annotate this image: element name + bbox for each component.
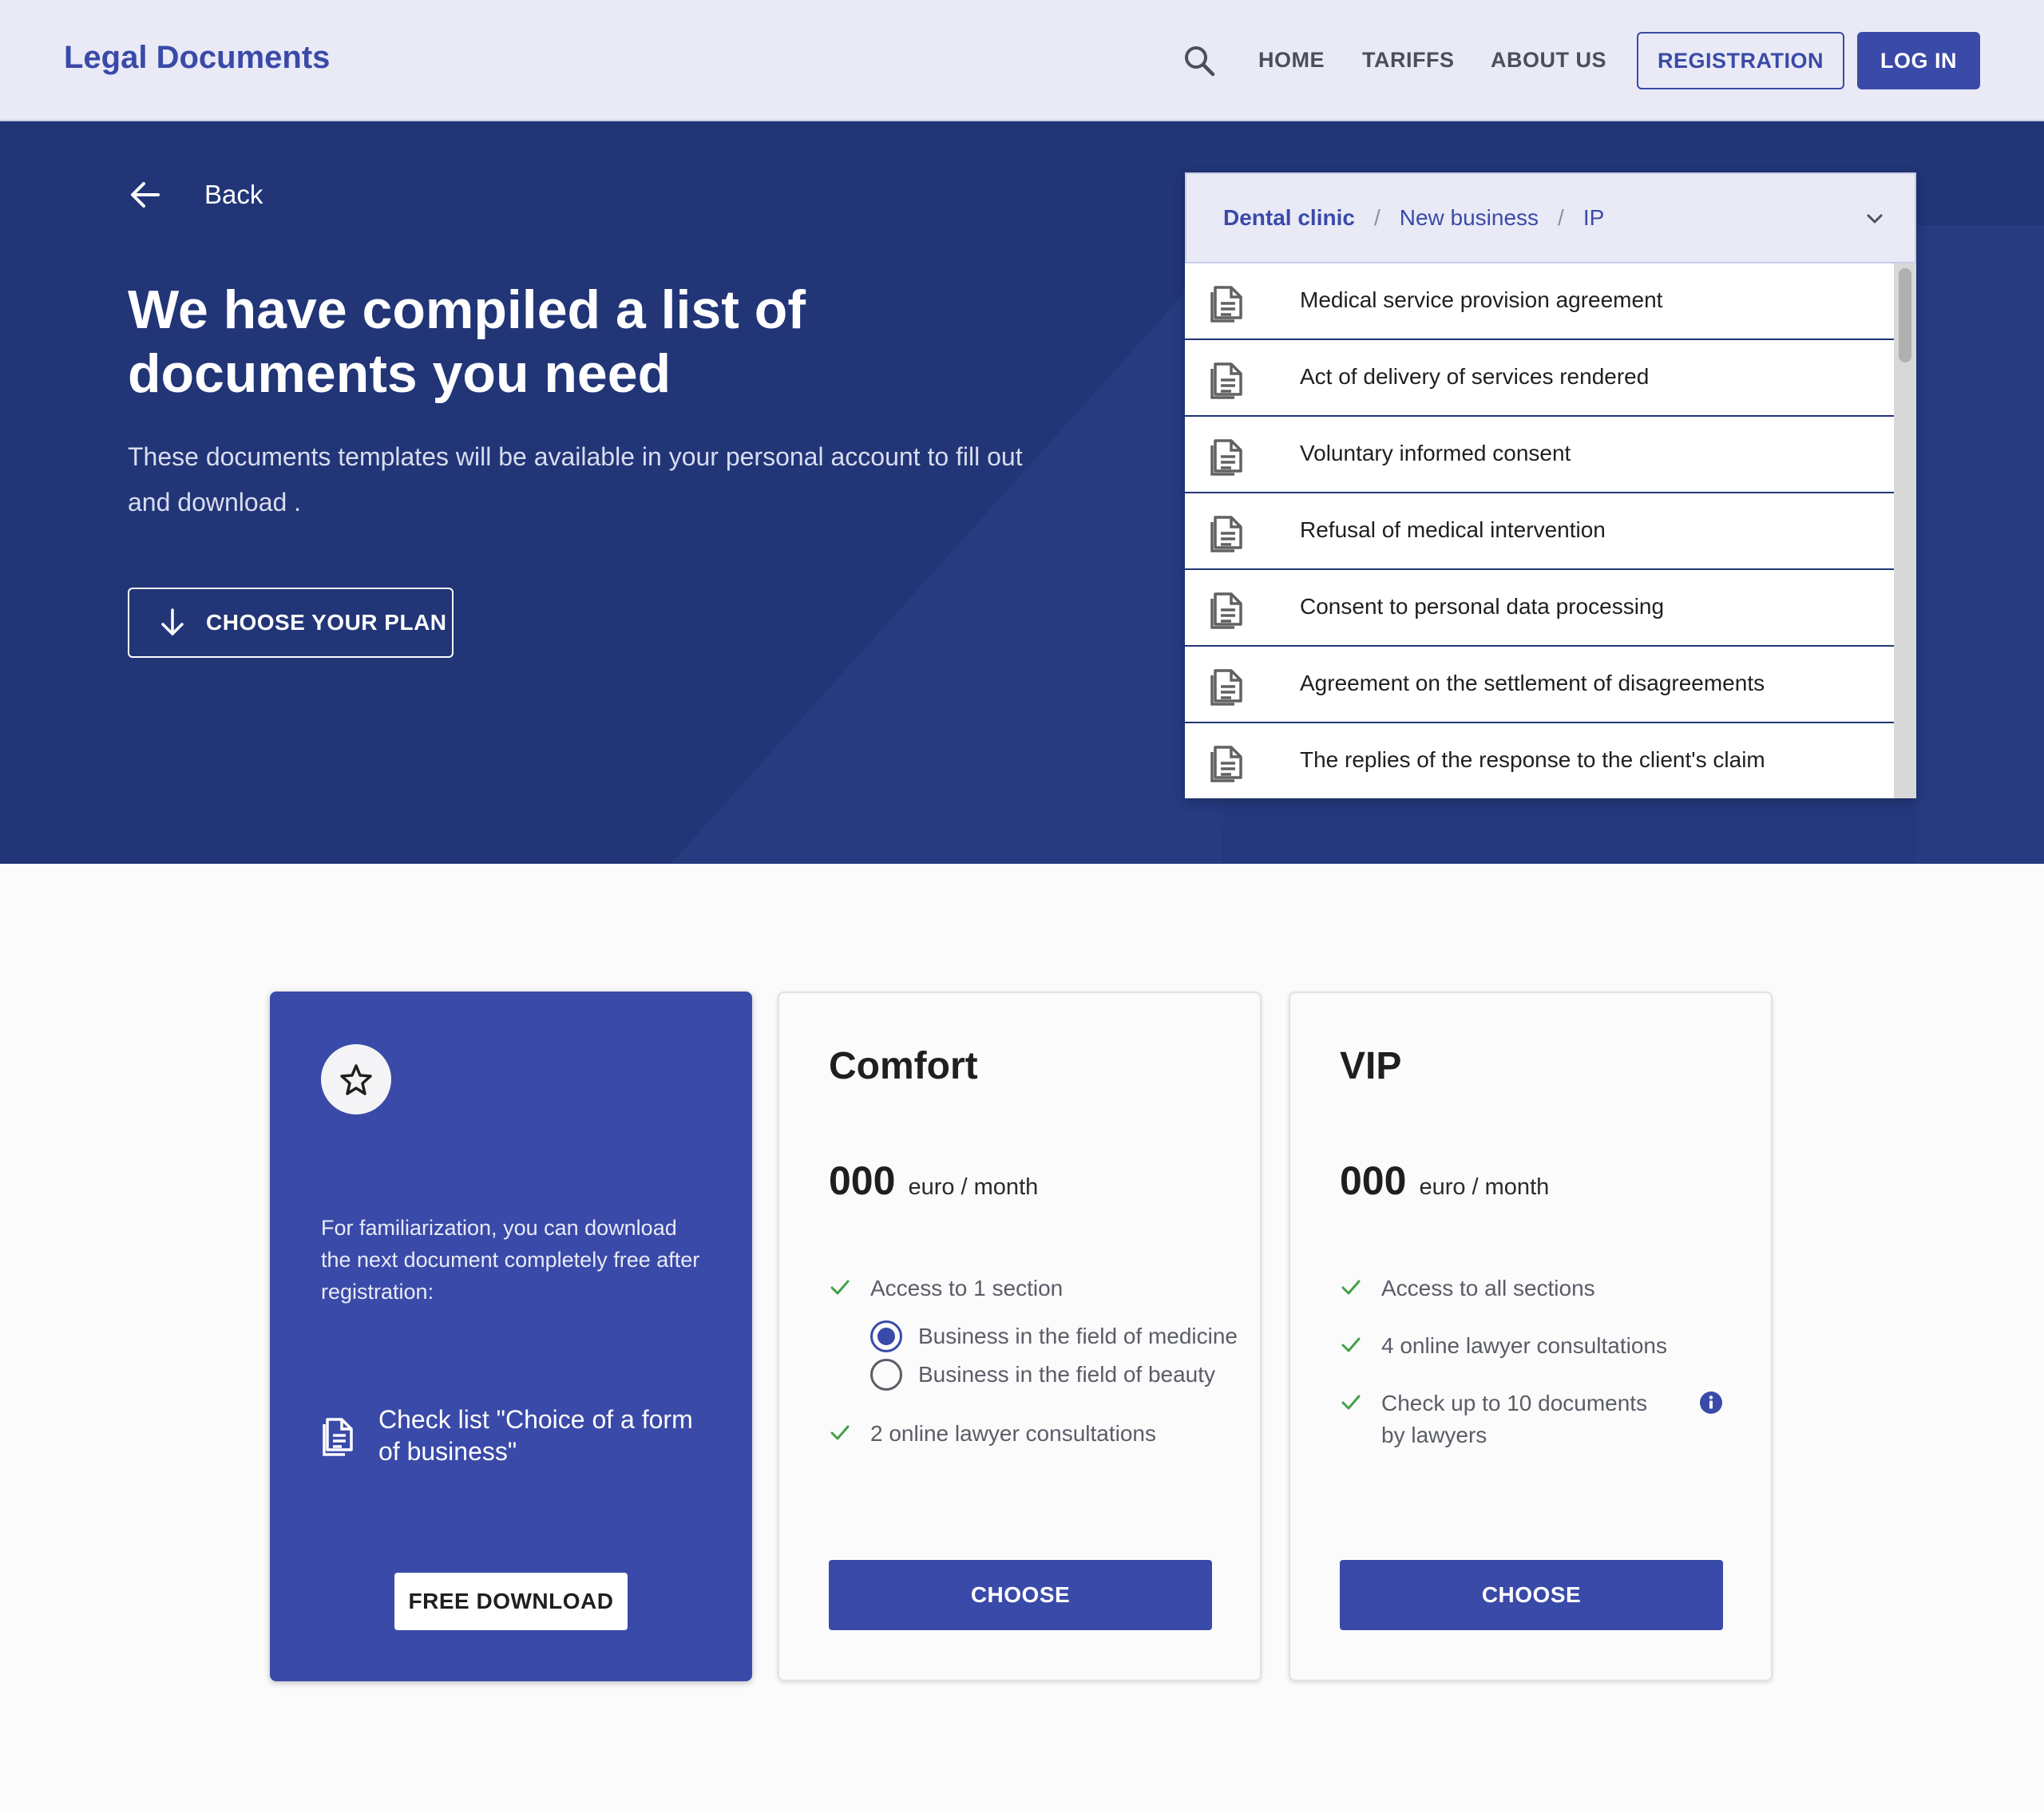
check-icon — [1341, 1337, 1361, 1352]
document-title: Consent to personal data processing — [1300, 594, 1665, 619]
section-option-medicine[interactable]: Business in the field of medicine — [870, 1320, 1238, 1352]
plan-feature: Access to 1 section — [829, 1273, 1063, 1304]
star-icon — [340, 1064, 372, 1095]
document-title: Act of delivery of services rendered — [1300, 364, 1650, 389]
check-icon — [1341, 1395, 1361, 1410]
plan-price: 000 euro / month — [1340, 1158, 1549, 1204]
section-option-beauty[interactable]: Business in the field of beauty — [870, 1359, 1215, 1391]
breadcrumb-item[interactable]: Dental clinic — [1223, 205, 1355, 231]
document-title: Medical service provision agreement — [1300, 287, 1663, 312]
document-title: The replies of the response to the clien… — [1300, 747, 1765, 772]
document-icon — [1210, 362, 1242, 399]
radio-button-selected[interactable] — [870, 1320, 902, 1352]
info-icon[interactable] — [1699, 1391, 1723, 1415]
list-item[interactable]: Voluntary informed consent — [1185, 417, 1894, 493]
breadcrumb-item[interactable]: New business — [1400, 205, 1539, 231]
choose-vip-button[interactable]: CHOOSE — [1340, 1560, 1723, 1630]
plan-feature: Access to all sections — [1340, 1273, 1595, 1304]
comfort-plan-card: Comfort 000 euro / month Access to 1 sec… — [778, 992, 1262, 1681]
feature-text: 4 online lawyer consultations — [1381, 1333, 1667, 1358]
plan-feature: Check up to 10 documents by lawyers — [1340, 1387, 1675, 1451]
list-item[interactable]: Agreement on the settlement of disagreem… — [1185, 647, 1894, 723]
check-icon — [1341, 1280, 1361, 1295]
document-icon — [1210, 592, 1242, 629]
plan-feature: 4 online lawyer consultations — [1340, 1330, 1667, 1362]
back-link[interactable]: Back — [128, 177, 263, 212]
radio-button[interactable] — [870, 1359, 902, 1391]
document-title: Voluntary informed consent — [1300, 441, 1571, 465]
plan-name: VIP — [1340, 1045, 1402, 1087]
plan-feature: 2 online lawyer consultations — [829, 1418, 1156, 1450]
choose-plan-button[interactable]: CHOOSE YOUR PLAN — [128, 588, 454, 658]
star-badge — [321, 1044, 391, 1114]
document-list-scrollbar[interactable] — [1894, 263, 1916, 798]
option-label: Business in the field of beauty — [918, 1362, 1216, 1387]
feature-text: 2 online lawyer consultations — [870, 1421, 1156, 1446]
document-title: Refusal of medical intervention — [1300, 517, 1606, 542]
option-label: Business in the field of medicine — [918, 1324, 1238, 1348]
document-icon — [1210, 286, 1242, 323]
page-title: We have compiled a list of documents you… — [128, 279, 806, 404]
document-title: Agreement on the settlement of disagreem… — [1300, 671, 1765, 695]
category-breadcrumb[interactable]: Dental clinic / New business / IP — [1185, 172, 1916, 263]
check-icon — [830, 1280, 850, 1295]
free-download-button[interactable]: FREE DOWNLOAD — [394, 1573, 628, 1630]
plan-name: Comfort — [829, 1045, 978, 1087]
check-icon — [830, 1425, 850, 1440]
nav-home[interactable]: HOME — [1258, 48, 1325, 73]
feature-text: Access to all sections — [1381, 1276, 1595, 1300]
plan-price: 000 euro / month — [829, 1158, 1038, 1204]
price-value: 000 — [829, 1158, 896, 1203]
free-document-title: Check list "Choice of a form of business… — [378, 1405, 693, 1466]
registration-button[interactable]: REGISTRATION — [1637, 32, 1844, 89]
feature-text: Check up to 10 documents by lawyers — [1381, 1391, 1648, 1447]
list-item[interactable]: Refusal of medical intervention — [1185, 493, 1894, 570]
document-icon — [323, 1418, 353, 1456]
site-logo[interactable]: Legal Documents — [64, 40, 330, 76]
vip-plan-card: VIP 000 euro / month Access to all secti… — [1289, 992, 1773, 1681]
nav-about-us[interactable]: ABOUT US — [1491, 48, 1606, 73]
document-list-panel: Dental clinic / New business / IP Medica… — [1185, 172, 1916, 798]
list-item[interactable]: Medical service provision agreement — [1185, 263, 1894, 340]
feature-text: Access to 1 section — [870, 1276, 1064, 1300]
list-item[interactable]: The replies of the response to the clien… — [1185, 723, 1894, 800]
page-subtitle: These documents templates will be availa… — [128, 442, 1023, 517]
document-icon — [1210, 439, 1242, 476]
arrow-down-icon — [161, 608, 184, 635]
top-header: Legal Documents HOME TARIFFS ABOUT US RE… — [0, 0, 2044, 121]
document-icon — [1210, 516, 1242, 552]
document-icon — [1210, 746, 1242, 782]
list-item[interactable]: Act of delivery of services rendered — [1185, 340, 1894, 417]
login-button[interactable]: LOG IN — [1857, 32, 1980, 89]
nav-tariffs[interactable]: TARIFFS — [1362, 48, 1454, 73]
breadcrumb-item[interactable]: IP — [1583, 205, 1604, 231]
price-value: 000 — [1340, 1158, 1407, 1203]
breadcrumb-separator: / — [1373, 205, 1380, 230]
price-unit: euro / month — [1419, 1174, 1550, 1200]
free-document-card: For familiarization, you can download th… — [270, 992, 752, 1681]
free-card-description: For familiarization, you can download th… — [321, 1216, 700, 1304]
chevron-down-icon[interactable] — [1862, 206, 1888, 232]
document-icon — [1210, 669, 1242, 706]
search-icon[interactable] — [1182, 43, 1217, 78]
back-label: Back — [204, 180, 263, 209]
breadcrumb-separator: / — [1558, 205, 1564, 230]
list-item[interactable]: Consent to personal data processing — [1185, 570, 1894, 647]
arrow-left-icon — [131, 182, 160, 208]
choose-comfort-button[interactable]: CHOOSE — [829, 1560, 1212, 1630]
choose-plan-label: CHOOSE YOUR PLAN — [206, 610, 447, 635]
document-list: Medical service provision agreement Act … — [1185, 263, 1894, 800]
scrollbar-thumb[interactable] — [1899, 268, 1911, 362]
price-unit: euro / month — [908, 1174, 1039, 1200]
